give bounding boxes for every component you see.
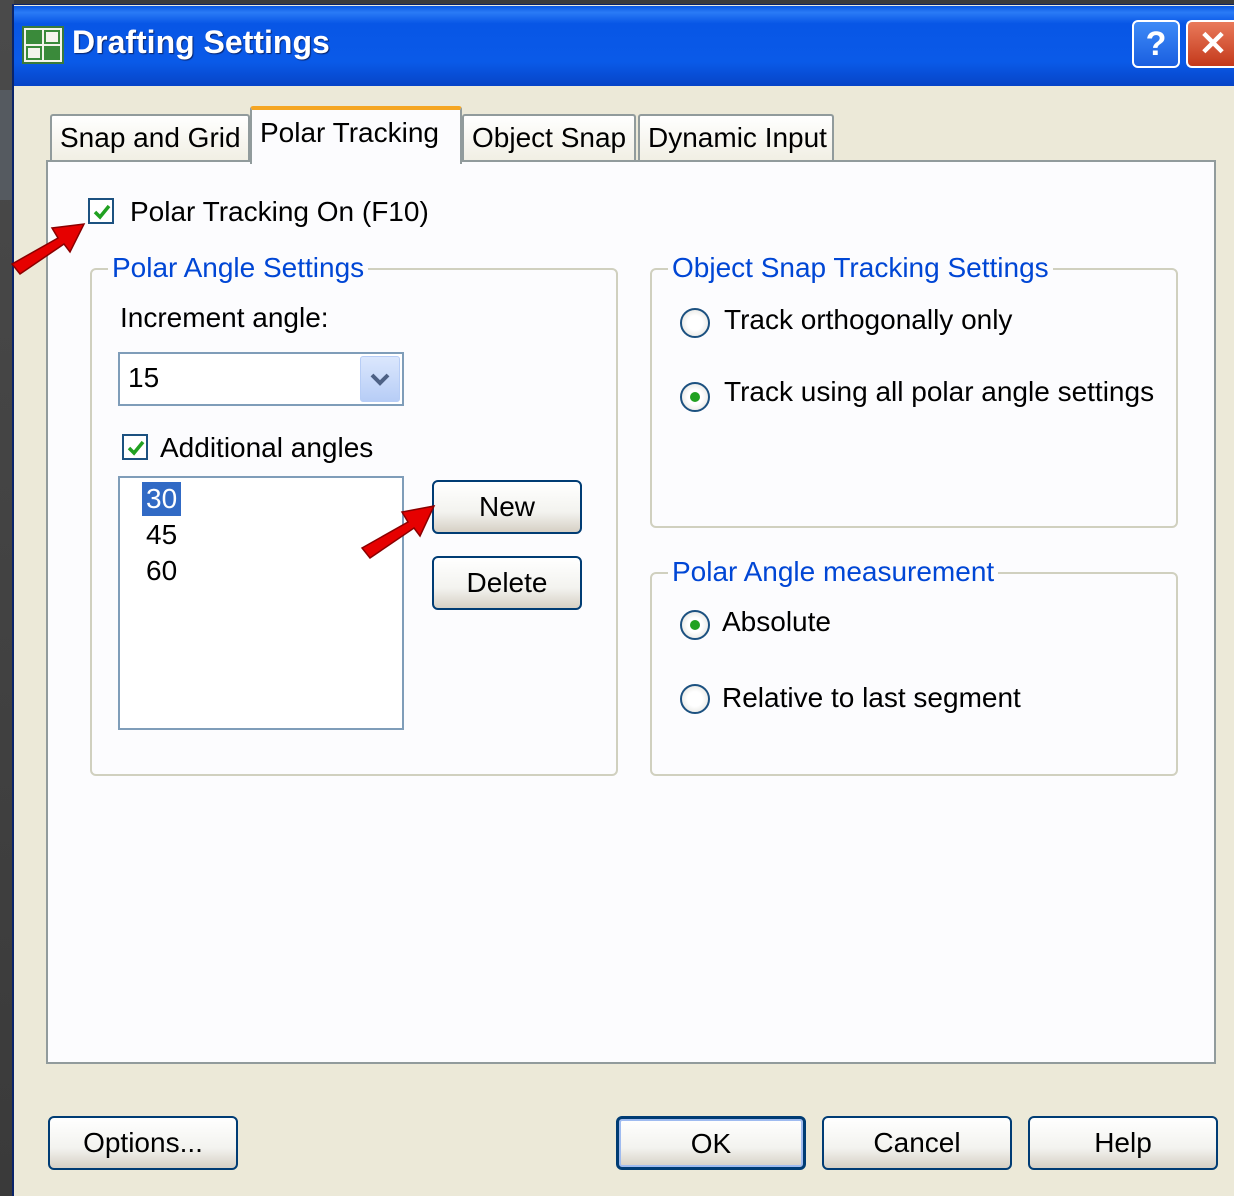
ok-button[interactable]: OK bbox=[616, 1116, 806, 1170]
absolute-radio[interactable] bbox=[680, 610, 710, 640]
polar-angle-measurement-group bbox=[650, 572, 1178, 776]
absolute-label[interactable]: Absolute bbox=[722, 606, 831, 638]
new-button[interactable]: New bbox=[432, 480, 582, 534]
tab-polar-tracking[interactable]: Polar Tracking bbox=[250, 106, 462, 164]
autocad-app-icon bbox=[22, 26, 64, 64]
polar-angle-measurement-legend: Polar Angle measurement bbox=[668, 556, 999, 588]
chevron-down-icon[interactable] bbox=[360, 356, 400, 402]
options-button[interactable]: Options... bbox=[48, 1116, 238, 1170]
additional-angles-checkbox[interactable] bbox=[122, 434, 148, 460]
object-snap-tracking-legend: Object Snap Tracking Settings bbox=[668, 252, 1053, 284]
additional-angles-label[interactable]: Additional angles bbox=[160, 432, 373, 464]
relative-radio[interactable] bbox=[680, 684, 710, 714]
track-orthogonally-radio[interactable] bbox=[680, 308, 710, 338]
tab-snap-and-grid[interactable]: Snap and Grid bbox=[50, 114, 250, 160]
help-button[interactable]: Help bbox=[1028, 1116, 1218, 1170]
window-title: Drafting Settings bbox=[72, 24, 330, 60]
delete-button[interactable]: Delete bbox=[432, 556, 582, 610]
tab-object-snap[interactable]: Object Snap bbox=[462, 114, 636, 160]
checkmark-icon bbox=[127, 440, 145, 456]
red-arrow-annotation-icon bbox=[10, 223, 86, 276]
polar-angle-settings-legend: Polar Angle Settings bbox=[108, 252, 369, 284]
increment-angle-combobox[interactable]: 15 bbox=[118, 352, 404, 406]
polar-tracking-checkbox[interactable] bbox=[88, 198, 114, 224]
relative-label[interactable]: Relative to last segment bbox=[722, 682, 1021, 714]
red-arrow-annotation-icon bbox=[360, 504, 436, 560]
help-title-button[interactable]: ? bbox=[1132, 20, 1180, 68]
list-item[interactable]: 45 bbox=[142, 518, 181, 552]
list-item[interactable]: 60 bbox=[142, 554, 181, 588]
increment-angle-label: Increment angle: bbox=[120, 302, 329, 333]
increment-angle-value: 15 bbox=[128, 362, 160, 393]
track-orthogonally-label[interactable]: Track orthogonally only bbox=[724, 304, 1012, 336]
close-icon[interactable]: ✕ bbox=[1186, 20, 1234, 68]
polar-tracking-label[interactable]: Polar Tracking On (F10) bbox=[130, 196, 429, 228]
tab-dynamic-input[interactable]: Dynamic Input bbox=[638, 114, 834, 160]
cancel-button[interactable]: Cancel bbox=[822, 1116, 1012, 1170]
list-item[interactable]: 30 bbox=[142, 482, 182, 516]
track-all-polar-label[interactable]: Track using all polar angle settings bbox=[724, 376, 1154, 408]
track-all-polar-radio[interactable] bbox=[680, 382, 710, 412]
checkmark-icon bbox=[93, 204, 111, 220]
